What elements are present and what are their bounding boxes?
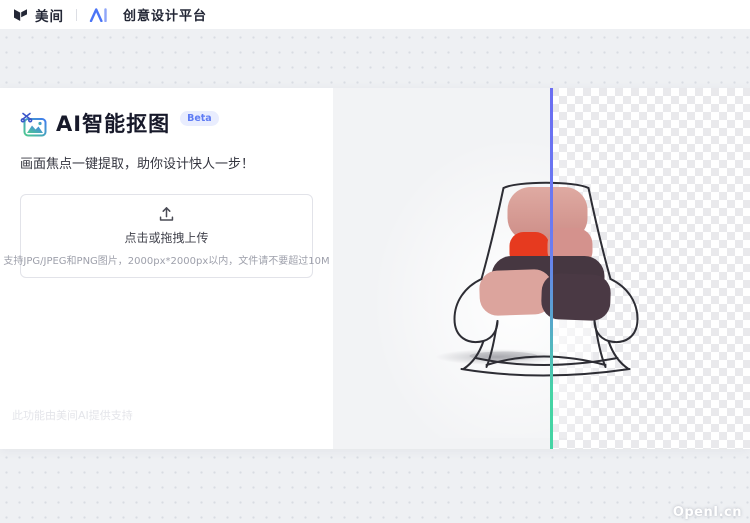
control-panel: AI智能抠图 Beta 画面焦点一键提取，助你设计快人一步！ 点击或拖拽上传 支… <box>0 88 333 449</box>
demo-chair-image <box>435 181 639 377</box>
brand-home-link[interactable]: 美间 <box>12 5 64 25</box>
footer-note: 此功能由美间AI提供支持 <box>12 409 133 422</box>
platform-title: 创意设计平台 <box>123 9 208 24</box>
cutout-card: AI智能抠图 Beta 画面焦点一键提取，助你设计快人一步！ 点击或拖拽上传 支… <box>0 88 750 449</box>
subtitle: 画面焦点一键提取，助你设计快人一步！ <box>20 157 255 172</box>
beta-badge: Beta <box>180 111 219 126</box>
ai-logo-icon <box>89 7 107 22</box>
meijian-logo-icon <box>14 9 27 21</box>
top-navbar: 美间 创意设计平台 <box>0 0 750 30</box>
upload-main-text: 点击或拖拽上传 <box>124 230 209 245</box>
cutout-feature-icon <box>20 112 47 137</box>
title-row: AI智能抠图 Beta <box>20 110 313 139</box>
page-title: AI智能抠图 <box>56 112 171 136</box>
upload-hint-text: 支持JPG/JPEG和PNG图片，2000px*2000px以内，文件请不要超过… <box>3 255 330 267</box>
navbar-divider <box>76 8 77 21</box>
preview-area <box>333 88 750 449</box>
brand-name: 美间 <box>35 8 64 25</box>
watermark: OpenI.cn <box>672 505 742 520</box>
split-divider-line[interactable] <box>550 88 553 449</box>
upload-icon <box>159 206 174 221</box>
upload-dropzone[interactable]: 点击或拖拽上传 支持JPG/JPEG和PNG图片，2000px*2000px以内… <box>3 194 330 278</box>
page-background: AI智能抠图 Beta 画面焦点一键提取，助你设计快人一步！ 点击或拖拽上传 支… <box>0 30 750 523</box>
